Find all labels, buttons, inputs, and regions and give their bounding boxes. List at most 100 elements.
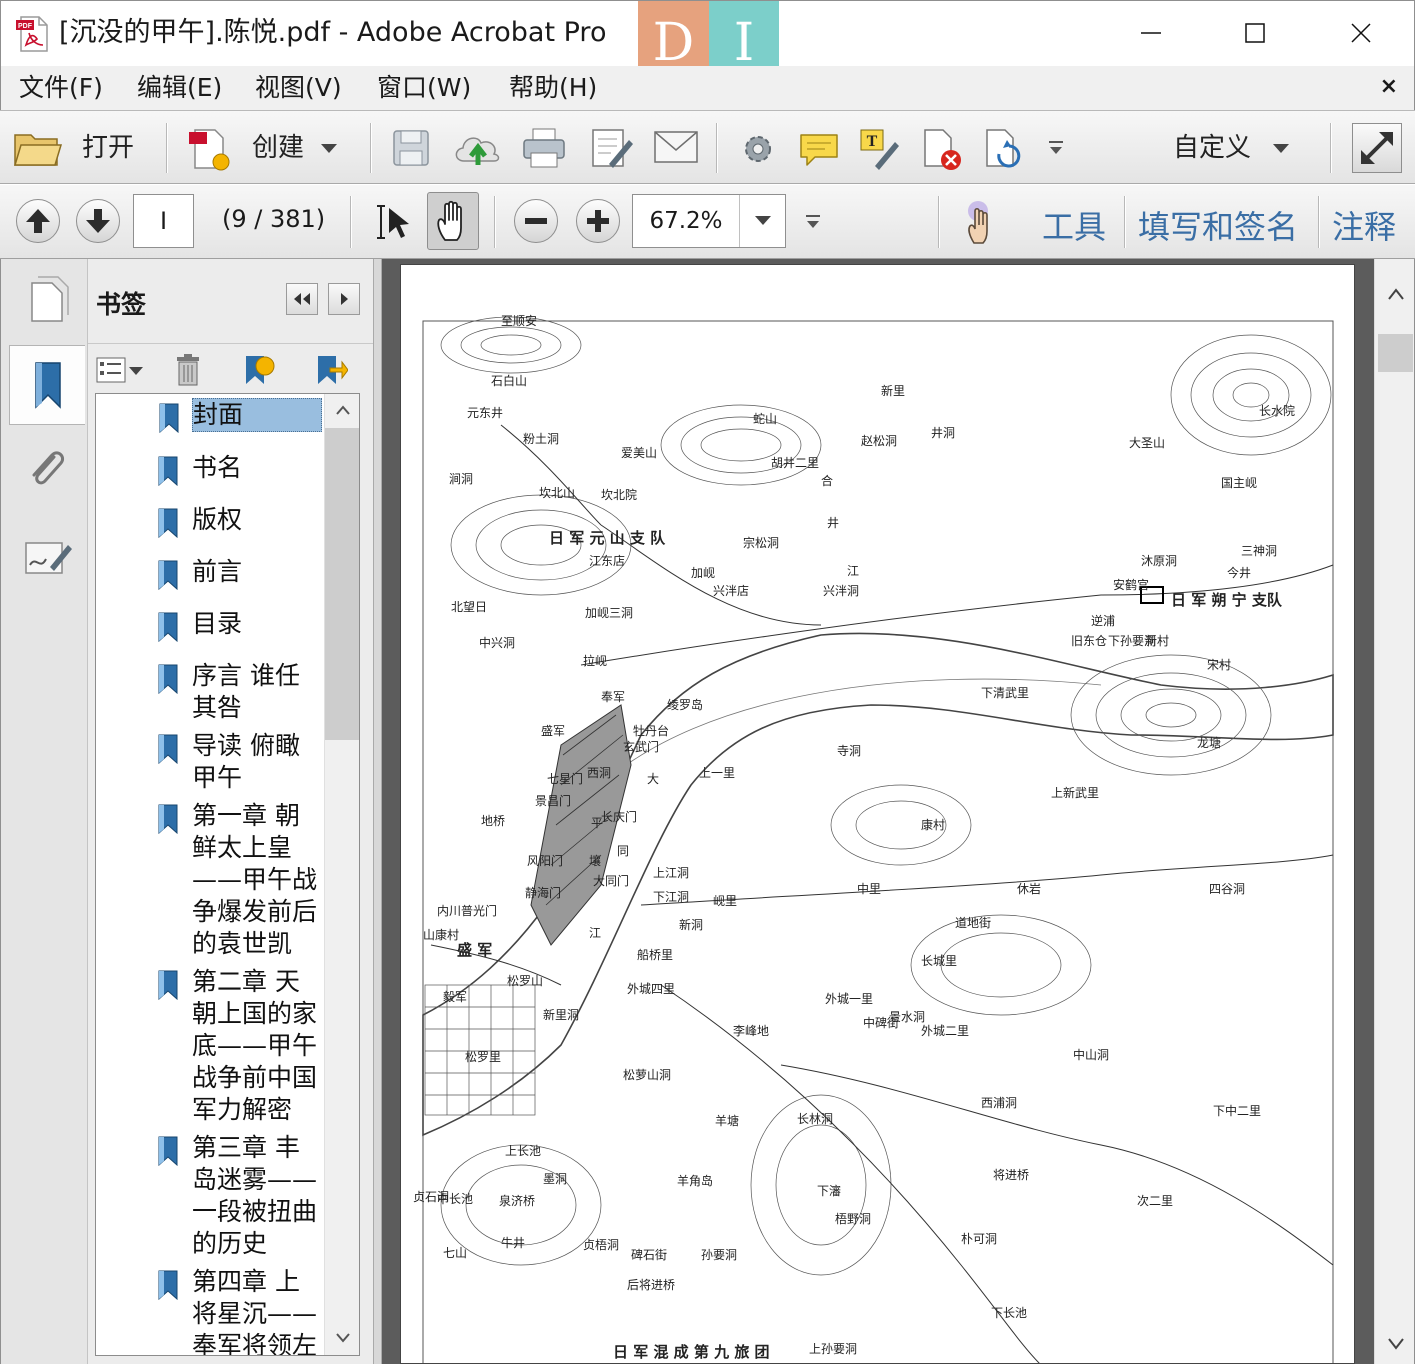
map-place-label: 新洞 xyxy=(679,917,703,932)
page-rotate-button[interactable] xyxy=(980,125,1026,173)
settings-button[interactable] xyxy=(736,127,780,171)
map-place-label: 松罗里 xyxy=(465,1050,501,1064)
page-number-input[interactable]: I xyxy=(133,194,194,248)
maximize-button[interactable] xyxy=(1231,9,1279,57)
bookmark-from-selection-button[interactable] xyxy=(310,352,350,388)
next-page-button[interactable] xyxy=(76,199,120,243)
zoom-value[interactable]: 67.2% xyxy=(633,195,739,247)
create-button[interactable] xyxy=(186,125,234,173)
zoom-dropdown-button[interactable] xyxy=(739,195,785,247)
touch-read-icon xyxy=(968,201,988,244)
bookmark-list: 封面 书名 版权 前言 目录 序言 谁任其咎 导读 俯瞰甲午 第一章 朝鲜太上皇… xyxy=(95,393,360,1356)
folder-icon xyxy=(13,134,63,166)
more-tools-button[interactable] xyxy=(1042,133,1070,163)
bookmark-item-title[interactable]: 书名 xyxy=(158,452,322,486)
zoom-out-button[interactable] xyxy=(514,199,558,243)
bookmark-options-button[interactable] xyxy=(94,352,146,388)
menu-edit[interactable]: 编辑(E) xyxy=(137,72,222,104)
chevron-down-icon[interactable] xyxy=(320,143,338,155)
map-place-label: 贞梧洞 xyxy=(583,1237,619,1252)
bookmark-label: 封面 xyxy=(193,400,244,429)
bookmark-scrollbar[interactable] xyxy=(324,394,359,1355)
bookmark-item-guide[interactable]: 导读 俯瞰甲午 xyxy=(158,730,322,794)
map-place-label: 新里洞 xyxy=(543,1007,579,1022)
chevron-down-icon[interactable] xyxy=(335,1332,351,1344)
select-tool-button[interactable] xyxy=(370,196,416,248)
touch-reading-button[interactable] xyxy=(958,196,1002,248)
menu-help[interactable]: 帮助(H) xyxy=(509,72,597,104)
zoom-in-button[interactable] xyxy=(576,199,620,243)
panel-splitter[interactable] xyxy=(373,259,382,1364)
bookmark-item-copyright[interactable]: 版权 xyxy=(158,504,322,538)
toolbar-separator xyxy=(1124,196,1125,248)
text-edit-button[interactable]: T xyxy=(856,125,902,171)
bookmark-item-chapter-2[interactable]: 第二章 天朝上国的家底——甲午战争前中国军力解密 xyxy=(158,966,322,1126)
zoom-out-icon xyxy=(525,218,547,224)
document-scrollbar[interactable] xyxy=(1374,259,1415,1364)
comment-link[interactable]: 注释 xyxy=(1332,202,1396,248)
toolbar-separator xyxy=(494,196,495,248)
menu-view[interactable]: 视图(V) xyxy=(255,72,342,104)
bookmark-scroll-thumb[interactable] xyxy=(325,428,359,740)
bookmark-item-chapter-4[interactable]: 第四章 上将星沉——奉军将领左 xyxy=(158,1266,322,1355)
map-place-label: 壤 xyxy=(589,853,601,868)
minimize-button[interactable] xyxy=(1127,9,1175,57)
signatures-button[interactable] xyxy=(9,517,85,597)
bookmark-item-contents[interactable]: 目录 xyxy=(158,608,322,642)
document-view[interactable]: 至顺安 石白山 元东井 粉土洞 爱美山 蛇山 新里 赵松洞 井洞 长水院 大圣山 涧洞 坎北山 坎北院 胡井… xyxy=(382,259,1374,1364)
upload-cloud-button[interactable] xyxy=(452,125,504,171)
map-place-label: 中长池 xyxy=(437,1191,473,1206)
fill-sign-link[interactable]: 填写和签名 xyxy=(1138,202,1298,248)
panel-options-button[interactable] xyxy=(328,283,360,315)
map-place-label: 四谷洞 xyxy=(1209,882,1245,896)
delete-page-button[interactable] xyxy=(918,125,964,173)
bookmark-item-cover[interactable]: 封面 xyxy=(159,398,322,433)
bookmark-panel-title: 书签 xyxy=(96,290,147,319)
edit-document-button[interactable] xyxy=(588,125,634,171)
customize-label[interactable]: 自定义 xyxy=(1173,131,1251,165)
save-button[interactable] xyxy=(388,125,434,171)
attachments-button[interactable] xyxy=(9,431,85,511)
more-icon xyxy=(806,215,820,228)
more-nav-tools-button[interactable] xyxy=(800,208,826,236)
chevron-down-icon[interactable] xyxy=(1272,143,1290,155)
menu-window[interactable]: 窗口(W) xyxy=(377,72,471,104)
map-place-label: 次二里 xyxy=(1137,1194,1173,1208)
chevron-down-icon[interactable] xyxy=(1387,1337,1405,1351)
bookmark-item-preface[interactable]: 前言 xyxy=(158,556,322,590)
delete-bookmark-button[interactable] xyxy=(168,352,208,388)
chevron-up-icon[interactable] xyxy=(335,404,351,416)
tools-link[interactable]: 工具 xyxy=(1042,202,1106,248)
hand-tool-button[interactable] xyxy=(427,192,479,250)
menu-file[interactable]: 文件(F) xyxy=(19,72,103,104)
print-button[interactable] xyxy=(520,125,568,171)
bookmark-item-chapter-1[interactable]: 第一章 朝鲜太上皇——甲午战争爆发前后的袁世凯 xyxy=(158,800,322,960)
toolbar-separator xyxy=(166,123,167,173)
map-place-label: 大同门 xyxy=(593,873,629,888)
edit-document-icon xyxy=(592,129,633,168)
full-screen-button[interactable] xyxy=(1352,123,1402,173)
close-window-button[interactable] xyxy=(1337,9,1385,57)
collapse-panel-button[interactable] xyxy=(286,283,318,315)
new-bookmark-button[interactable] xyxy=(238,352,278,388)
page-thumbnails-button[interactable] xyxy=(9,259,85,339)
toolbar-separator xyxy=(1318,196,1319,248)
create-label[interactable]: 创建 xyxy=(252,131,304,165)
bookmark-item-foreword[interactable]: 序言 谁任其咎 xyxy=(158,660,322,724)
chevron-up-icon[interactable] xyxy=(1387,287,1405,301)
close-document-button[interactable]: × xyxy=(1380,74,1398,99)
bookmarks-button[interactable] xyxy=(9,345,85,425)
previous-page-button[interactable] xyxy=(16,199,60,243)
document-scroll-thumb[interactable] xyxy=(1378,334,1413,372)
open-button[interactable] xyxy=(12,125,64,171)
email-button[interactable] xyxy=(652,127,700,167)
bookmark-item-chapter-3[interactable]: 第三章 丰岛迷雾——一段被扭曲的历史 xyxy=(158,1132,322,1260)
zoom-select[interactable]: 67.2% xyxy=(632,194,786,248)
comment-button[interactable] xyxy=(796,127,842,171)
map-place-label: 羊塘 xyxy=(715,1113,739,1128)
svg-text:T: T xyxy=(867,133,878,150)
map-place-label: 外城四里 xyxy=(627,982,675,996)
open-label[interactable]: 打开 xyxy=(82,131,134,165)
map-place-label: 日 军 混 成 第 九 旅 团 xyxy=(613,1343,770,1361)
map-place-label: 加岘 xyxy=(691,566,715,580)
